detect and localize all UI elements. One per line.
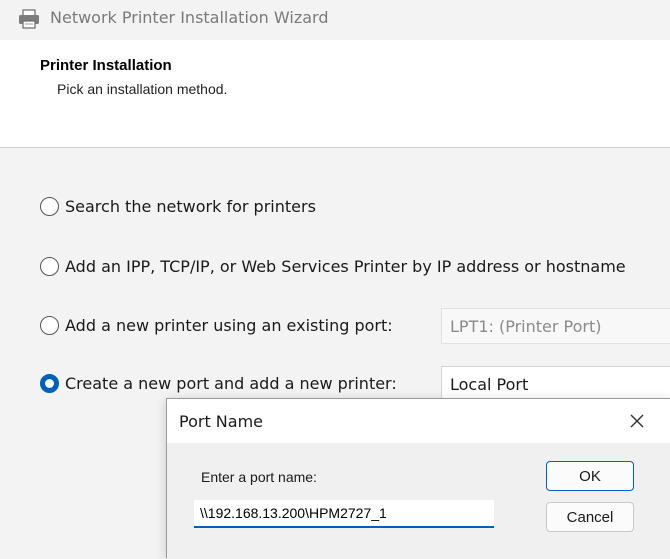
port-name-input[interactable] [194, 500, 494, 528]
option-label: Create a new port and add a new printer: [65, 373, 397, 393]
existing-port-select: LPT1: (Printer Port) [441, 308, 670, 344]
title-bar: Network Printer Installation Wizard [0, 0, 670, 40]
page-title: Printer Installation [40, 57, 172, 74]
printer-icon [19, 9, 39, 29]
new-port-type-select[interactable]: Local Port [441, 366, 670, 402]
option-label: Add a new printer using an existing port… [65, 315, 393, 335]
dialog-title-bar: Port Name [167, 399, 670, 443]
option-search-network[interactable]: Search the network for printers [40, 194, 316, 218]
window-title: Network Printer Installation Wizard [50, 8, 329, 27]
port-name-label: Enter a port name: [201, 469, 317, 485]
radio-button[interactable] [40, 196, 59, 216]
option-add-by-ip[interactable]: Add an IPP, TCP/IP, or Web Services Prin… [40, 254, 626, 278]
close-button[interactable] [619, 405, 655, 437]
radio-button[interactable] [40, 315, 59, 335]
option-new-port[interactable]: Create a new port and add a new printer: [40, 371, 397, 395]
option-label: Add an IPP, TCP/IP, or Web Services Prin… [65, 256, 626, 276]
wizard-header: Printer Installation Pick an installatio… [0, 40, 670, 147]
header-divider [0, 147, 670, 148]
radio-button-selected[interactable] [40, 373, 59, 393]
page-subtitle: Pick an installation method. [57, 81, 228, 97]
radio-button[interactable] [40, 256, 59, 276]
cancel-button[interactable]: Cancel [546, 502, 634, 532]
close-icon [630, 414, 644, 428]
dialog-title: Port Name [179, 412, 264, 431]
option-existing-port[interactable]: Add a new printer using an existing port… [40, 313, 393, 337]
dialog-body: Enter a port name: OK Cancel [167, 443, 670, 559]
ok-button[interactable]: OK [546, 461, 634, 491]
port-name-dialog: Port Name Enter a port name: OK Cancel [166, 398, 670, 559]
option-label: Search the network for printers [65, 196, 316, 216]
